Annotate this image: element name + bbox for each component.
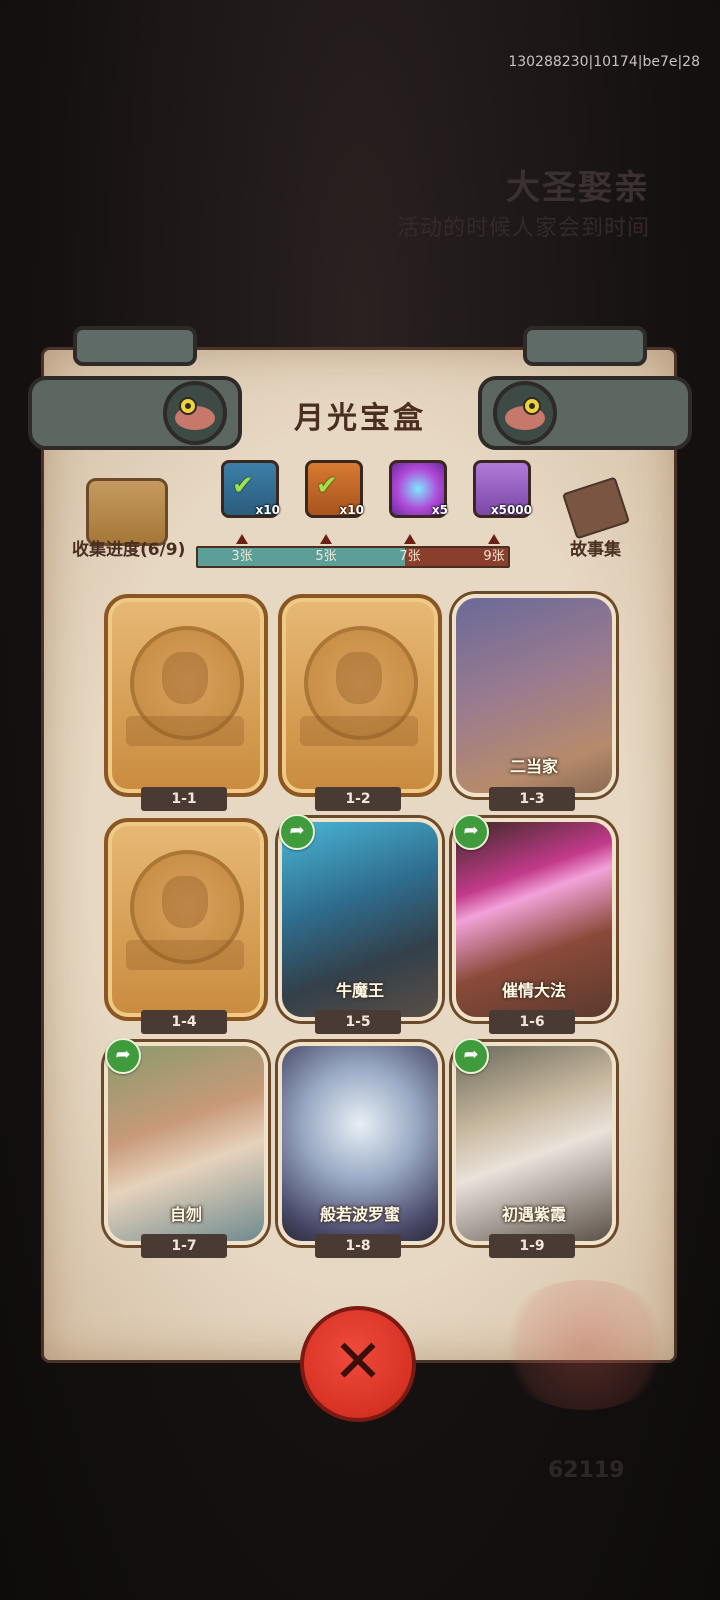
reward-3[interactable]: x5 — [389, 460, 448, 518]
card-name: 般若波罗蜜 — [319, 1205, 400, 1224]
card-1-2[interactable] — [278, 594, 442, 797]
card-1-6-share-icon[interactable]: ➦ — [453, 814, 489, 850]
collection-progress-label: 收集进度(6/9) — [72, 540, 186, 560]
locked-scroll-emboss — [300, 716, 418, 746]
reward-4-threshold: 9张 — [483, 549, 505, 564]
reward-4[interactable]: x5000 — [473, 460, 532, 518]
background-event-title: 大圣娶亲 — [506, 168, 650, 208]
reward-1-threshold: 3张 — [231, 549, 253, 564]
story-collection-button[interactable]: 故事集 — [570, 535, 621, 560]
card-name: 催情大法 — [501, 981, 566, 1000]
card-name: 自刎 — [169, 1205, 202, 1224]
card-id-label: 1-5 — [315, 1010, 401, 1034]
close-icon: ✕ — [332, 1327, 384, 1397]
reward-2-qty: x10 — [339, 503, 364, 517]
card-id-label: 1-7 — [141, 1234, 227, 1258]
reward-2[interactable]: ✔ x10 — [305, 460, 364, 518]
reward-1-marker — [236, 534, 248, 544]
locked-scroll-emboss — [126, 940, 244, 970]
card-id-label: 1-1 — [141, 787, 227, 811]
card-1-5-share-icon[interactable]: ➦ — [279, 814, 315, 850]
reward-3-marker — [404, 534, 416, 544]
background-coin-count: 62119 — [548, 1458, 625, 1483]
panel-title: 月光宝盒 — [294, 401, 426, 436]
locked-scroll-emboss — [126, 716, 244, 746]
reward-4-marker — [488, 534, 500, 544]
claimed-check-icon: ✔ — [316, 471, 338, 501]
claimed-check-icon: ✔ — [232, 471, 254, 501]
card-id-label: 1-8 — [315, 1234, 401, 1258]
background-event-subtitle: 活动的时候人家会到时间 — [396, 216, 650, 241]
reward-2-marker — [320, 534, 332, 544]
card-id-label: 1-4 — [141, 1010, 227, 1034]
reward-1[interactable]: ✔ x10 — [221, 460, 280, 518]
card-1-9-share-icon[interactable]: ➦ — [453, 1038, 489, 1074]
wax-seal-decoration — [495, 1280, 675, 1410]
card-id-label: 1-2 — [315, 787, 401, 811]
card-name: 牛魔王 — [335, 981, 384, 1000]
reward-1-qty: x10 — [255, 503, 280, 517]
card-1-3[interactable]: 二当家 — [452, 594, 616, 797]
reward-3-threshold: 7张 — [399, 549, 421, 564]
card-id-label: 1-6 — [489, 1010, 575, 1034]
card-1-7-share-icon[interactable]: ➦ — [105, 1038, 141, 1074]
card-name: 初遇紫霞 — [501, 1205, 566, 1224]
reward-2-threshold: 5张 — [315, 549, 337, 564]
card-1-4[interactable] — [104, 818, 268, 1021]
reward-3-qty: x5 — [431, 503, 448, 517]
card-1-8[interactable]: 般若波罗蜜 — [278, 1042, 442, 1245]
card-id-label: 1-3 — [489, 787, 575, 811]
card-id-label: 1-9 — [489, 1234, 575, 1258]
debug-id-text: 130288230|10174|be7e|28 — [508, 54, 700, 70]
reward-4-qty: x5000 — [490, 503, 532, 517]
card-name: 二当家 — [509, 757, 558, 776]
card-1-1[interactable] — [104, 594, 268, 797]
close-button[interactable]: ✕ — [300, 1306, 416, 1422]
